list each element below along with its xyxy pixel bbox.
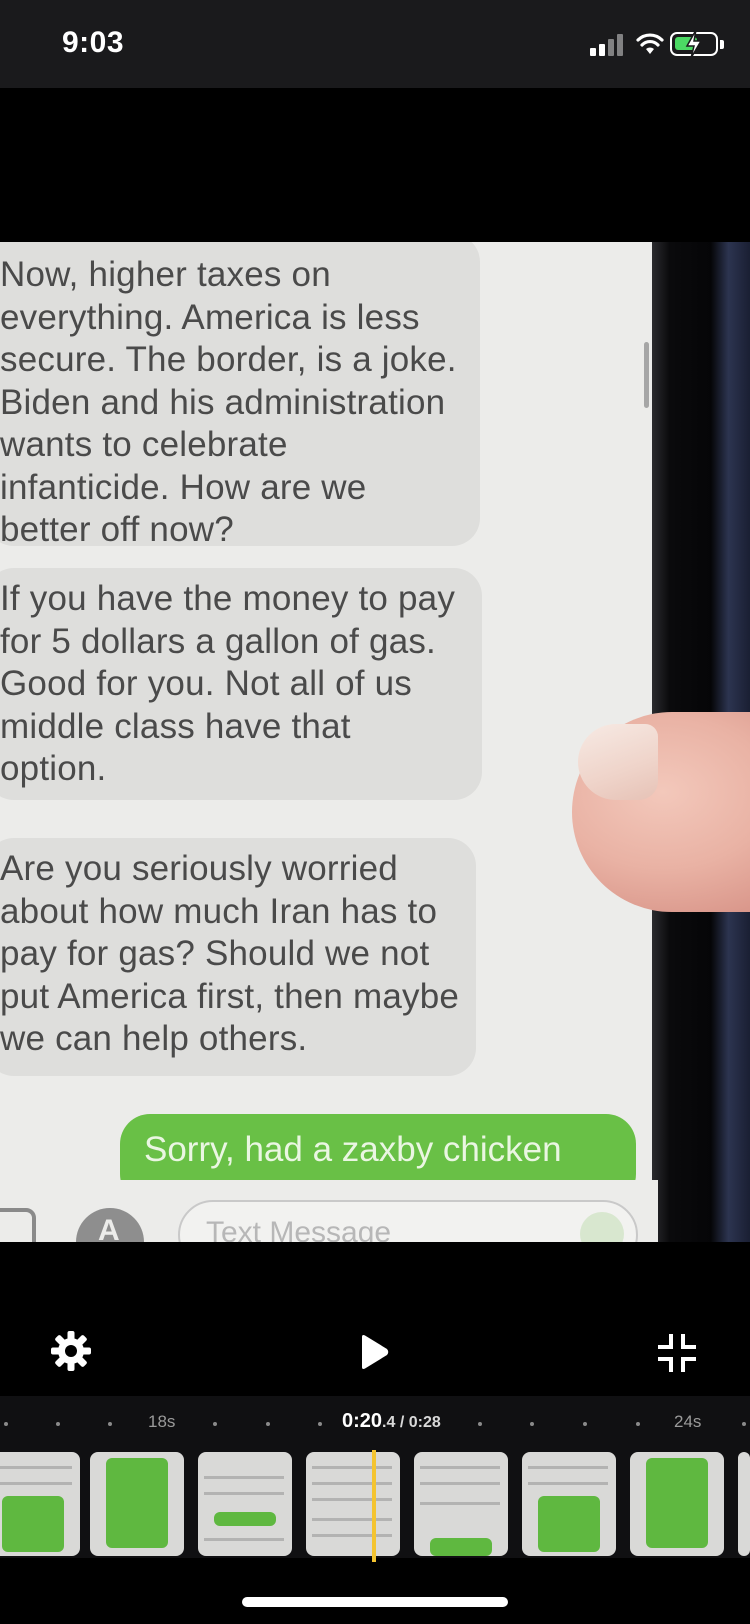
timeline-label-end: 24s [674, 1412, 702, 1431]
timeline-tick [4, 1422, 8, 1426]
gear-icon[interactable] [50, 1330, 92, 1372]
filmstrip-frame [306, 1452, 400, 1556]
sent-message-text: Sorry, had a zaxby chicken [144, 1130, 562, 1169]
home-indicator[interactable] [242, 1597, 508, 1607]
text-message-placeholder: Text Message [206, 1216, 392, 1242]
current-time-whole: 0:20 [342, 1410, 383, 1432]
timeline-tick [583, 1422, 587, 1426]
app-store-glyph: A [98, 1214, 120, 1242]
exit-fullscreen-icon[interactable] [658, 1334, 696, 1372]
filmed-screen-bottom: Sorry, had a zaxby chicken A Text Messag… [0, 242, 658, 1242]
timeline-tick [56, 1422, 60, 1426]
filmstrip-frame [198, 1452, 292, 1556]
current-time: 0:20.4 / 0:28 [342, 1410, 441, 1433]
text-message-field: Text Message [178, 1200, 638, 1242]
filmstrip-frame [630, 1452, 724, 1556]
timeline-tick [742, 1422, 746, 1426]
player-controls [0, 1242, 750, 1396]
charging-bolt-icon [685, 29, 703, 59]
filmstrip-frame [414, 1452, 508, 1556]
play-icon[interactable] [358, 1334, 390, 1370]
current-time-fraction: .4 [382, 1414, 396, 1431]
timeline-tick [266, 1422, 270, 1426]
status-bar: 9:03 [0, 0, 750, 88]
time-separator: / [399, 1414, 405, 1431]
timeline-tick [636, 1422, 640, 1426]
filmstrip-frame [738, 1452, 750, 1556]
timeline-tick [530, 1422, 534, 1426]
timeline-tick [318, 1422, 322, 1426]
cellular-signal-icon [590, 34, 626, 56]
timeline-tick [108, 1422, 112, 1426]
filmstrip-frame [90, 1452, 184, 1556]
playhead[interactable] [372, 1450, 376, 1562]
filmstrip-frame [0, 1452, 80, 1556]
status-time: 9:03 [62, 26, 125, 59]
timeline-label-start: 18s [148, 1412, 176, 1431]
filmstrip-frame [522, 1452, 616, 1556]
timeline-tick [213, 1422, 217, 1426]
total-duration: 0:28 [408, 1414, 441, 1431]
timeline-tick [478, 1422, 482, 1426]
camera-icon [0, 1208, 36, 1242]
battery-nub [720, 40, 724, 49]
wifi-icon [636, 33, 664, 54]
